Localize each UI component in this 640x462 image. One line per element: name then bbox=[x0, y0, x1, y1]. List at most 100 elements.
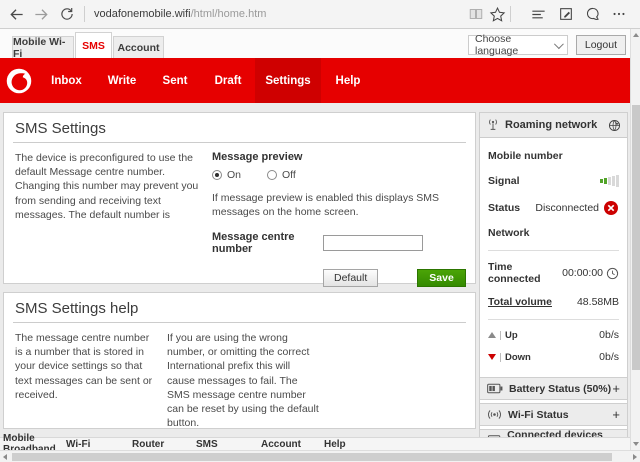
forward-button[interactable] bbox=[31, 5, 51, 23]
favorites-button[interactable] bbox=[487, 5, 507, 23]
hub-icon bbox=[530, 6, 547, 23]
radio-option-on[interactable]: On bbox=[212, 169, 241, 181]
chevron-down-icon bbox=[554, 39, 564, 49]
app-tab-bar: Mobile Wi-Fi SMS Account Choose language… bbox=[0, 29, 630, 58]
back-button[interactable] bbox=[6, 5, 26, 23]
tab-label: SMS bbox=[82, 40, 105, 52]
footer-link-wifi[interactable]: Wi-Fi bbox=[66, 439, 132, 450]
radio-on-label: On bbox=[227, 169, 241, 181]
total-volume-value: 48.58MB bbox=[577, 296, 619, 308]
more-icon bbox=[611, 6, 627, 22]
nav-label: Sent bbox=[163, 75, 188, 87]
nav-label: Draft bbox=[215, 75, 242, 87]
back-icon bbox=[8, 6, 25, 23]
mobile-number-row: Mobile number bbox=[480, 150, 627, 162]
sms-nav-bar: Inbox Write Sent Draft Settings Help bbox=[0, 58, 630, 103]
logout-label: Logout bbox=[585, 39, 617, 51]
settings-intro-text: The device is preconfigured to use the d… bbox=[15, 151, 204, 287]
up-label: Up bbox=[505, 330, 518, 341]
upload-row: Up 0b/s bbox=[480, 329, 627, 341]
default-button[interactable]: Default bbox=[323, 269, 378, 287]
tab-account[interactable]: Account bbox=[113, 36, 164, 58]
battery-status-title: Battery Status (50%) bbox=[509, 383, 611, 395]
share-button[interactable] bbox=[583, 5, 603, 23]
page-content: Mobile Wi-Fi SMS Account Choose language… bbox=[0, 29, 630, 450]
signal-label: Signal bbox=[488, 175, 520, 187]
radio-off-control[interactable] bbox=[267, 170, 277, 180]
nav-help[interactable]: Help bbox=[321, 58, 375, 103]
footer-link-router[interactable]: Router bbox=[132, 439, 196, 450]
nav-label: Write bbox=[108, 75, 137, 87]
toolbar-divider bbox=[510, 6, 511, 22]
settings-column: SMS Settings The device is preconfigured… bbox=[3, 112, 476, 429]
status-sidebar: Roaming network Mobile number Signal bbox=[479, 112, 628, 456]
triangle-down-icon bbox=[488, 354, 496, 360]
nav-label: Inbox bbox=[51, 75, 82, 87]
main-area: SMS Settings The device is preconfigured… bbox=[0, 103, 630, 437]
tab-mobile-wifi[interactable]: Mobile Wi-Fi bbox=[12, 36, 74, 58]
logout-button[interactable]: Logout bbox=[576, 35, 626, 55]
message-preview-radio-group: On Off bbox=[212, 169, 464, 181]
message-centre-input[interactable] bbox=[323, 235, 423, 251]
save-button[interactable]: Save bbox=[417, 269, 466, 287]
scroll-up-arrow-icon[interactable] bbox=[633, 33, 639, 37]
footer-link-sms[interactable]: SMS bbox=[196, 439, 261, 450]
browser-window: vodafonemobile.wifi/html/home.htm Mobile… bbox=[0, 0, 640, 462]
horizontal-scrollbar[interactable] bbox=[0, 450, 640, 462]
expand-plus-icon[interactable]: + bbox=[612, 381, 620, 396]
reading-view-icon bbox=[468, 6, 484, 22]
footer-link-account[interactable]: Account bbox=[261, 439, 324, 450]
clock-icon bbox=[606, 267, 619, 280]
web-note-button[interactable] bbox=[556, 5, 576, 23]
radio-option-off[interactable]: Off bbox=[267, 169, 296, 181]
tab-sms[interactable]: SMS bbox=[75, 32, 112, 58]
expand-plus-icon[interactable]: + bbox=[612, 407, 620, 422]
refresh-button[interactable] bbox=[57, 5, 77, 23]
footer-link-help[interactable]: Help bbox=[324, 439, 346, 450]
wifi-icon bbox=[487, 408, 502, 421]
tab-label: Account bbox=[118, 42, 160, 54]
more-button[interactable] bbox=[609, 5, 629, 23]
globe-button[interactable] bbox=[608, 119, 621, 132]
triangle-up-icon bbox=[488, 332, 496, 338]
panel-title: SMS Settings bbox=[13, 113, 466, 143]
nav-sent[interactable]: Sent bbox=[149, 58, 201, 103]
total-volume-link[interactable]: Total volume bbox=[488, 296, 552, 308]
scroll-down-arrow-icon[interactable] bbox=[633, 442, 639, 446]
wifi-status-title: Wi-Fi Status bbox=[508, 409, 569, 421]
toolbar-divider bbox=[84, 6, 85, 22]
nav-write[interactable]: Write bbox=[95, 58, 149, 103]
nav-inbox[interactable]: Inbox bbox=[38, 58, 95, 103]
url-host: vodafonemobile.wifi bbox=[94, 8, 191, 20]
radio-on-control[interactable] bbox=[212, 170, 222, 180]
hub-button[interactable] bbox=[528, 5, 548, 23]
wifi-status-section[interactable]: Wi-Fi Status + bbox=[480, 403, 627, 426]
vertical-scrollbar[interactable] bbox=[630, 29, 640, 450]
panel-title: SMS Settings help bbox=[13, 293, 466, 323]
roaming-network-title: Roaming network bbox=[505, 119, 597, 131]
download-row: Down 0b/s bbox=[480, 351, 627, 363]
help-text-col2: If you are using the wrong number, or om… bbox=[167, 331, 319, 430]
nav-settings[interactable]: Settings bbox=[255, 58, 321, 103]
down-label: Down bbox=[505, 352, 531, 363]
browser-toolbar: vodafonemobile.wifi/html/home.htm bbox=[0, 0, 640, 29]
address-bar[interactable]: vodafonemobile.wifi/html/home.htm bbox=[94, 8, 266, 20]
horizontal-scrollbar-thumb[interactable] bbox=[12, 453, 612, 461]
scroll-left-arrow-icon[interactable] bbox=[3, 454, 7, 460]
nav-draft[interactable]: Draft bbox=[201, 58, 255, 103]
signal-bars-icon bbox=[599, 175, 619, 187]
share-icon bbox=[585, 6, 601, 22]
reading-view-button[interactable] bbox=[466, 5, 486, 23]
sidebar-divider bbox=[488, 319, 619, 320]
sms-settings-help-panel: SMS Settings help The message centre num… bbox=[3, 292, 476, 429]
scroll-right-arrow-icon[interactable] bbox=[633, 454, 637, 460]
forward-icon bbox=[33, 6, 50, 23]
signal-row: Signal bbox=[480, 175, 627, 187]
sms-settings-panel: SMS Settings The device is preconfigured… bbox=[3, 112, 476, 284]
vertical-scrollbar-thumb[interactable] bbox=[632, 105, 640, 370]
language-select[interactable]: Choose language bbox=[468, 35, 568, 55]
status-value: Disconnected bbox=[535, 202, 599, 214]
preview-note-text: If message preview is enabled this displ… bbox=[212, 191, 464, 219]
battery-status-section[interactable]: Battery Status (50%) + bbox=[480, 377, 627, 400]
help-text-col1: The message centre number is a number th… bbox=[15, 331, 157, 430]
